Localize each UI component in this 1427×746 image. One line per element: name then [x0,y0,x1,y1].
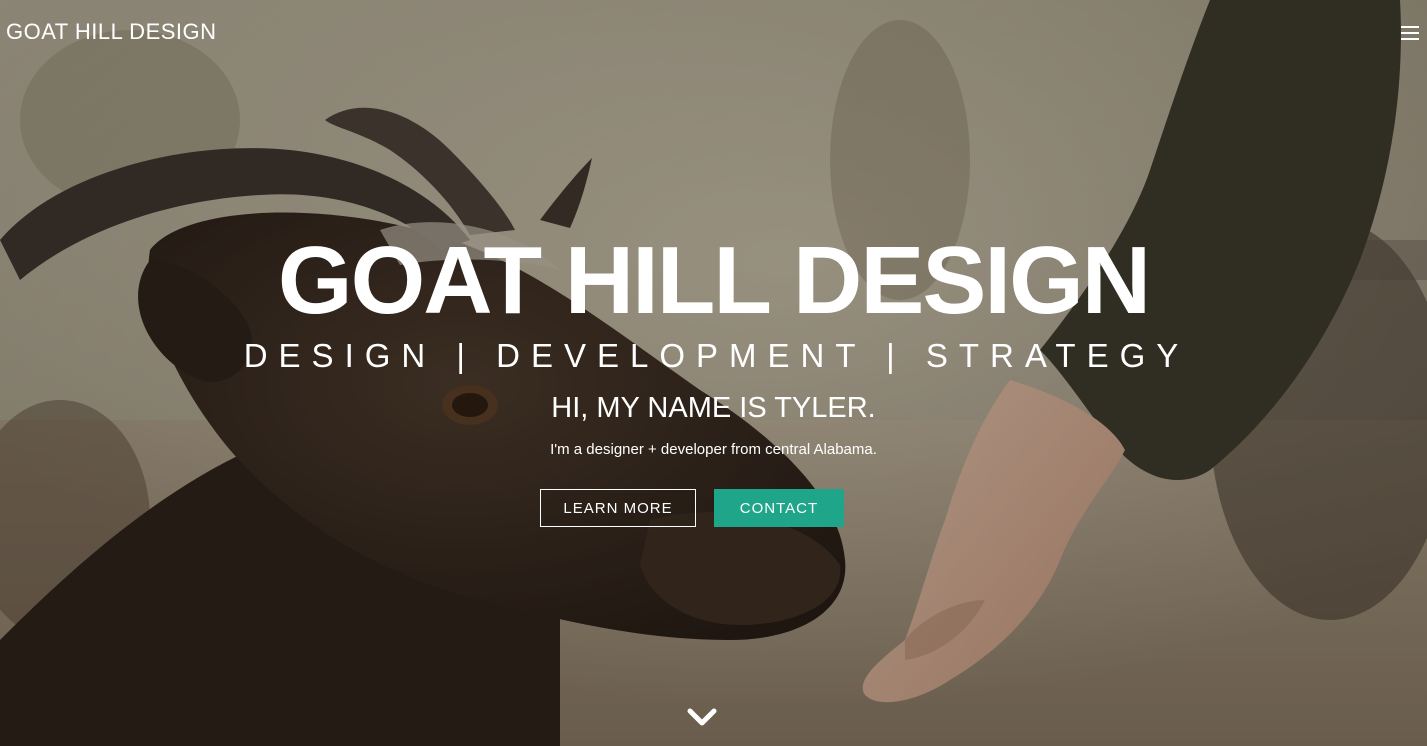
hamburger-menu-icon[interactable] [1401,26,1419,41]
site-logo-link[interactable]: GOAT HILL DESIGN [6,19,217,45]
menu-bar [1401,38,1419,40]
hero-greeting: HI, MY NAME IS TYLER. [551,392,876,424]
contact-button[interactable]: CONTACT [714,489,844,527]
hero-title: GOAT HILL DESIGN [277,227,1151,334]
menu-bar [1401,26,1419,28]
learn-more-button[interactable]: LEARN MORE [540,489,696,527]
menu-bar [1401,32,1419,34]
hero-subtitle: DESIGN | DEVELOPMENT | STRATEGY [243,337,1190,374]
chevron-down-icon[interactable] [686,705,718,729]
hero-intro: I'm a designer + developer from central … [550,441,877,458]
hero-section: GOAT HILL DESIGN GOAT HILL DESIGN DESIGN… [0,0,1427,746]
